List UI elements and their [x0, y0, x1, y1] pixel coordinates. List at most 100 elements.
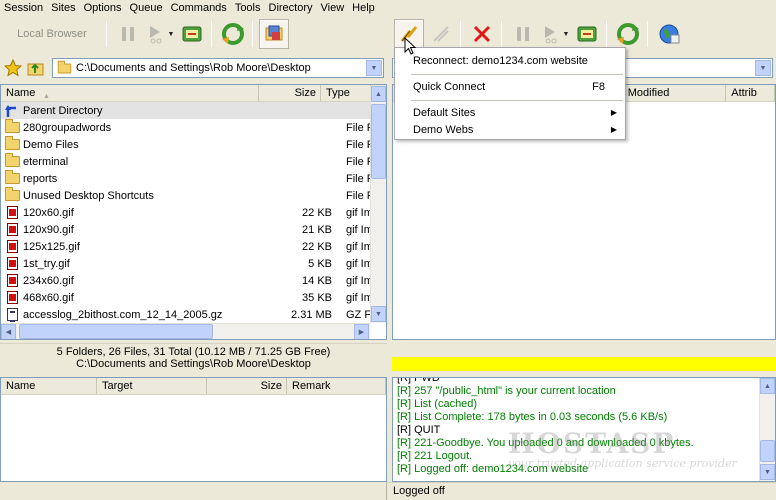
menu-session[interactable]: Session — [0, 1, 47, 15]
chevron-right-icon: ▶ — [610, 125, 617, 134]
menu-item-default-sites[interactable]: Default Sites ▶ — [395, 104, 625, 122]
file-size: 21 KB — [302, 223, 332, 236]
column-header-size[interactable]: Size — [259, 85, 321, 101]
local-browser-button[interactable]: Local Browser — [2, 19, 102, 49]
file-row[interactable]: 1st_try.gif5 KBgif Image — [1, 255, 386, 272]
column-header-type[interactable]: Type — [321, 85, 371, 101]
gif-file-icon — [4, 257, 20, 271]
menu-item-reconnect[interactable]: Reconnect: demo1234.com website — [395, 52, 625, 70]
scroll-thumb[interactable] — [371, 104, 386, 179]
scroll-thumb[interactable] — [760, 440, 775, 462]
left-path-bar: C:\Documents and Settings\Rob Moore\Desk… — [0, 57, 386, 79]
local-view-icon[interactable] — [259, 19, 289, 49]
menu-separator — [411, 74, 623, 75]
menu-view[interactable]: View — [317, 1, 349, 15]
column-header-size[interactable]: Size — [207, 378, 287, 394]
column-header-attrib[interactable]: Attrib — [726, 85, 775, 101]
menu-tools[interactable]: Tools — [231, 1, 265, 15]
left-file-list: Name ▲ Size Type Parent Directory 280group… — [0, 84, 387, 340]
file-row[interactable]: reportsFile Folder — [1, 170, 386, 187]
file-size: 22 KB — [302, 206, 332, 219]
disconnect-icon[interactable] — [426, 19, 456, 49]
column-header-remark[interactable]: Remark — [287, 378, 386, 394]
file-row[interactable]: 468x60.gif35 KBgif Image — [1, 289, 386, 306]
file-size: 22 KB — [302, 240, 332, 253]
scroll-right-icon[interactable]: ▶ — [354, 324, 369, 339]
log-line: [R] List (cached) — [397, 398, 478, 410]
column-header-name[interactable]: Name — [1, 378, 97, 394]
file-size: 2.31 MB — [291, 308, 332, 321]
left-status-path: C:\Documents and Settings\Rob Moore\Desk… — [76, 358, 311, 370]
file-row[interactable]: accesslog_2bithost.com_12_14_2005.gz 2.31… — [1, 306, 386, 323]
toolbar-separator — [252, 21, 253, 47]
abort-icon[interactable] — [467, 19, 497, 49]
pause-icon[interactable] — [113, 19, 143, 49]
file-row[interactable]: Unused Desktop ShortcutsFile Folder — [1, 187, 386, 204]
transfer-icon[interactable] — [572, 19, 602, 49]
toolbar-separator — [647, 21, 648, 47]
refresh-icon[interactable] — [613, 19, 643, 49]
menu-help[interactable]: Help — [348, 1, 379, 15]
file-row[interactable]: 120x60.gif22 KBgif Image — [1, 204, 386, 221]
chevron-down-icon[interactable]: ▼ — [366, 60, 382, 76]
file-row[interactable]: 234x60.gif14 KBgif Image — [1, 272, 386, 289]
file-row[interactable]: 125x125.gif22 KBgif Image — [1, 238, 386, 255]
sort-ascending-icon: ▲ — [43, 93, 50, 100]
menu-directory[interactable]: Directory — [265, 1, 317, 15]
toolbar-separator — [606, 21, 607, 47]
file-row[interactable]: Demo FilesFile Folder — [1, 136, 386, 153]
parent-directory-row[interactable]: Parent Directory — [1, 102, 386, 119]
file-row[interactable]: eterminalFile Folder — [1, 153, 386, 170]
menu-item-demo-webs[interactable]: Demo Webs ▶ — [395, 121, 625, 139]
log-line: [R] List Complete: 178 bytes in 0.03 sec… — [397, 411, 668, 423]
bottom-status-bar: Logged off — [386, 482, 776, 500]
menu-commands[interactable]: Commands — [167, 1, 231, 15]
file-name: 234x60.gif — [23, 274, 74, 287]
column-header-modified[interactable]: Modified — [623, 85, 727, 101]
left-horizontal-scrollbar[interactable]: ◀ ▶ — [1, 323, 370, 339]
scroll-down-icon[interactable]: ▼ — [371, 306, 386, 322]
scroll-down-icon[interactable]: ▼ — [760, 464, 775, 480]
file-name: Parent Directory — [23, 104, 103, 117]
star-icon[interactable] — [3, 58, 23, 77]
gz-file-icon — [4, 308, 20, 322]
file-name: 120x90.gif — [23, 223, 74, 236]
menu-item-quick-connect[interactable]: Quick Connect F8 — [395, 78, 625, 96]
file-row[interactable]: 280groupadwordsFile Folder — [1, 119, 386, 136]
scroll-thumb[interactable] — [19, 324, 213, 339]
parent-dir-icon — [4, 104, 20, 118]
scroll-up-icon[interactable]: ▲ — [760, 378, 775, 394]
log-vertical-scrollbar[interactable]: ▲ ▼ — [759, 378, 775, 481]
chevron-down-icon[interactable]: ▼ — [755, 60, 771, 76]
left-path-combo[interactable]: C:\Documents and Settings\Rob Moore\Desk… — [52, 58, 384, 78]
menu-sites[interactable]: Sites — [47, 1, 79, 15]
play-transfer-icon[interactable] — [145, 19, 167, 49]
pause-icon[interactable] — [508, 19, 538, 49]
toolbar-separator — [211, 21, 212, 47]
transfer-progress-bar — [392, 357, 776, 371]
left-vertical-scrollbar[interactable]: ▲ ▼ — [370, 86, 386, 323]
chevron-down-icon[interactable]: ▼ — [562, 31, 570, 38]
connect-dropdown-menu: Reconnect: demo1234.com website Quick Co… — [394, 47, 626, 140]
left-status-bar: 5 Folders, 26 Files, 31 Total (10.12 MB … — [0, 343, 387, 373]
column-header-target[interactable]: Target — [97, 378, 207, 394]
log-line: [R] PWD — [397, 377, 440, 384]
file-name: 1st_try.gif — [23, 257, 70, 270]
menu-queue[interactable]: Queue — [126, 1, 167, 15]
folder-icon — [4, 119, 20, 135]
transfer-icon[interactable] — [177, 19, 207, 49]
play-transfer-icon[interactable] — [540, 19, 562, 49]
file-row[interactable]: 120x90.gif21 KBgif Image — [1, 221, 386, 238]
log-line: [R] 257 "/public_html" is your current l… — [397, 385, 616, 397]
menu-options[interactable]: Options — [80, 1, 126, 15]
scroll-up-icon[interactable]: ▲ — [371, 86, 386, 102]
file-name: reports — [23, 172, 58, 185]
queue-list-header: Name Target Size Remark — [1, 378, 386, 395]
globe-icon[interactable] — [654, 19, 684, 49]
refresh-icon[interactable] — [218, 19, 248, 49]
gif-file-icon — [4, 274, 20, 288]
up-folder-icon[interactable] — [26, 59, 46, 77]
scroll-left-icon[interactable]: ◀ — [1, 324, 16, 339]
column-header-name[interactable]: Name ▲ — [1, 85, 259, 101]
chevron-down-icon[interactable]: ▼ — [167, 31, 175, 38]
